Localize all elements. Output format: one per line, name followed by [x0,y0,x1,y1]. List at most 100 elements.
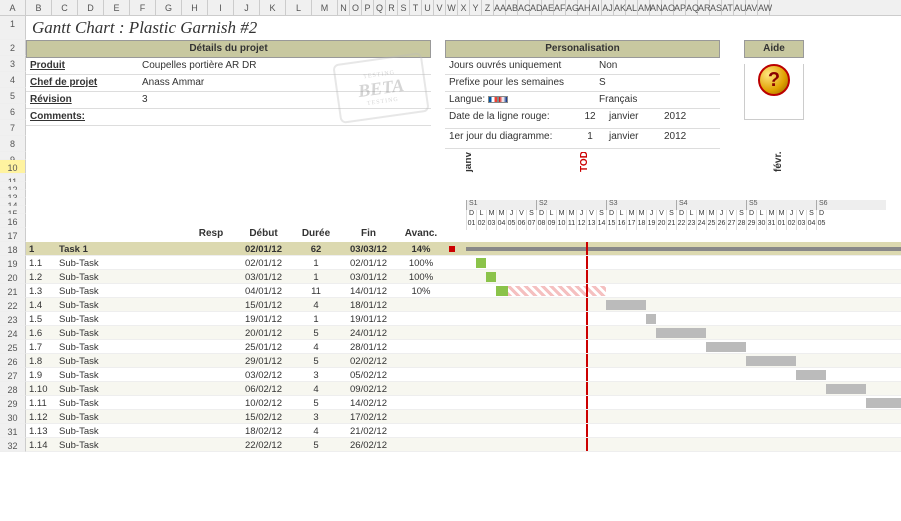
row-number[interactable]: 2 [0,40,26,56]
task-start[interactable]: 22/02/12 [236,438,291,451]
task-progress[interactable] [396,312,446,325]
gantt-row[interactable] [466,354,901,368]
task-name[interactable]: Sub-Task [56,368,186,381]
col-duree[interactable]: Durée [291,226,341,242]
task-name[interactable]: Task 1 [56,242,186,255]
column-header[interactable]: V [434,0,446,15]
task-end[interactable]: 26/02/12 [341,438,396,451]
task-progress[interactable] [396,298,446,311]
task-end[interactable]: 28/01/12 [341,340,396,353]
column-header[interactable]: T [410,0,422,15]
task-duration[interactable]: 1 [291,270,341,283]
task-id[interactable]: 1.10 [26,382,56,395]
task-duration[interactable]: 5 [291,438,341,451]
task-start[interactable]: 15/01/12 [236,298,291,311]
column-header[interactable]: AQ [686,0,698,15]
column-header[interactable]: O [350,0,362,15]
row-number[interactable]: 29 [0,396,26,410]
column-header[interactable]: AV [746,0,758,15]
column-header[interactable]: F [130,0,156,15]
task-resp[interactable] [186,438,236,451]
task-row[interactable]: 1.12Sub-Task15/02/12317/02/12 [26,410,466,424]
weekprefix-value[interactable]: S [595,75,720,92]
task-duration[interactable]: 5 [291,354,341,367]
column-header[interactable]: AC [518,0,530,15]
task-duration[interactable]: 4 [291,340,341,353]
column-header[interactable]: AA [494,0,506,15]
task-start[interactable]: 25/01/12 [236,340,291,353]
row-number[interactable]: 28 [0,382,26,396]
column-header[interactable]: I [208,0,234,15]
task-id[interactable]: 1 [26,242,56,255]
row-number[interactable]: 18 [0,242,26,256]
column-header[interactable]: AR [698,0,710,15]
column-header[interactable]: AE [542,0,554,15]
task-row[interactable]: 1.4Sub-Task15/01/12418/01/12 [26,298,466,312]
task-duration[interactable]: 3 [291,368,341,381]
task-progress[interactable]: 14% [396,242,446,255]
task-end[interactable]: 14/02/12 [341,396,396,409]
column-header[interactable]: E [104,0,130,15]
task-progress[interactable] [396,438,446,451]
task-progress[interactable] [396,354,446,367]
task-id[interactable]: 1.14 [26,438,56,451]
task-row[interactable]: 1.13Sub-Task18/02/12421/02/12 [26,424,466,438]
task-duration[interactable]: 1 [291,312,341,325]
task-resp[interactable] [186,410,236,423]
column-header[interactable]: Z [482,0,494,15]
column-header[interactable]: AF [554,0,566,15]
column-header[interactable]: B [26,0,52,15]
column-header[interactable]: D [78,0,104,15]
task-name[interactable]: Sub-Task [56,284,186,297]
task-resp[interactable] [186,284,236,297]
task-row[interactable]: 1.1Sub-Task02/01/12102/01/12100% [26,256,466,270]
row-number[interactable]: 23 [0,312,26,326]
task-id[interactable]: 1.9 [26,368,56,381]
task-progress[interactable] [396,368,446,381]
row-number[interactable]: 17 [0,228,26,242]
sheet-title[interactable]: Gantt Chart : Plastic Garnish #2 [26,16,901,40]
redline-year[interactable]: 2012 [660,109,720,129]
gantt-row[interactable] [466,312,901,326]
task-start[interactable]: 15/02/12 [236,410,291,423]
task-progress[interactable]: 10% [396,284,446,297]
column-header[interactable]: L [286,0,312,15]
gantt-row[interactable] [466,242,901,256]
task-name[interactable]: Sub-Task [56,312,186,325]
column-header[interactable]: U [422,0,434,15]
task-resp[interactable] [186,340,236,353]
task-end[interactable]: 05/02/12 [341,368,396,381]
column-header[interactable]: AH [578,0,590,15]
column-header[interactable]: AT [722,0,734,15]
task-end[interactable]: 17/02/12 [341,410,396,423]
redline-day[interactable]: 12 [575,109,605,129]
help-icon[interactable]: ? [758,64,790,96]
gantt-row[interactable] [466,256,901,270]
task-resp[interactable] [186,256,236,269]
task-row[interactable]: 1.11Sub-Task10/02/12514/02/12 [26,396,466,410]
task-name[interactable]: Sub-Task [56,438,186,451]
column-header[interactable]: AB [506,0,518,15]
column-header[interactable]: AK [614,0,626,15]
task-start[interactable]: 04/01/12 [236,284,291,297]
workdays-value[interactable]: Non [595,58,720,75]
column-header[interactable]: AS [710,0,722,15]
task-name[interactable]: Sub-Task [56,410,186,423]
task-name[interactable]: Sub-Task [56,256,186,269]
gantt-row[interactable] [466,424,901,438]
task-duration[interactable]: 1 [291,256,341,269]
column-header[interactable]: AI [590,0,602,15]
task-progress[interactable] [396,410,446,423]
task-id[interactable]: 1.2 [26,270,56,283]
task-row[interactable]: 1.14Sub-Task 22/02/12526/02/12 [26,438,466,452]
task-id[interactable]: 1.1 [26,256,56,269]
task-progress[interactable]: 100% [396,256,446,269]
task-progress[interactable]: 100% [396,270,446,283]
column-header[interactable]: AJ [602,0,614,15]
task-end[interactable]: 24/01/12 [341,326,396,339]
task-duration[interactable]: 4 [291,298,341,311]
column-header[interactable]: AO [662,0,674,15]
task-name[interactable]: Sub-Task [56,424,186,437]
task-end[interactable]: 09/02/12 [341,382,396,395]
task-resp[interactable] [186,298,236,311]
